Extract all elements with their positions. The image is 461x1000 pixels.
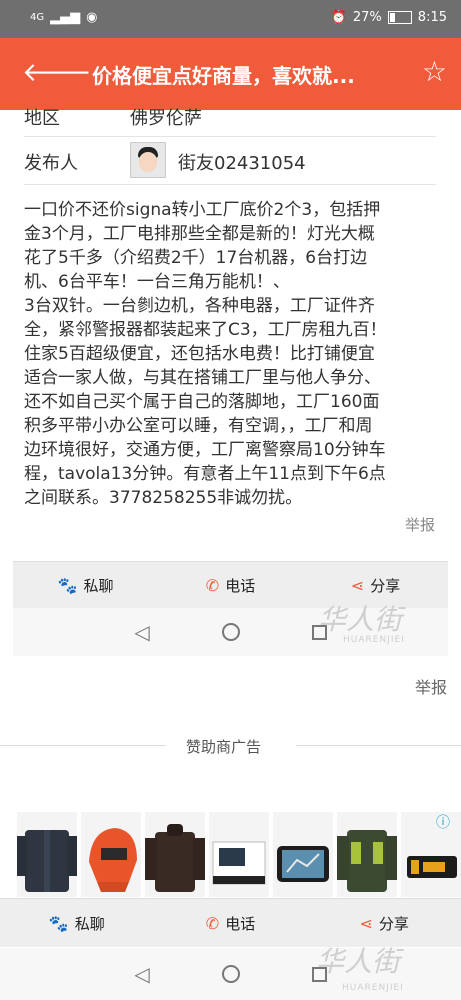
nav-home-icon[interactable] (221, 965, 240, 983)
battery-percent: 27% (352, 10, 382, 25)
chat-button[interactable]: 🐾 私聊 (13, 562, 158, 608)
description-line: 全，紧邻警报器都装起来了C3，工厂房租九百！ (24, 320, 387, 340)
description-line: 适合一家人做，与其在搭铺工厂里与他人争分、 (24, 368, 381, 388)
divider-line-right (296, 745, 461, 746)
description-line: 花了5千多（介绍费2千）17台机器，6台打边 (24, 248, 368, 268)
nav-back-icon[interactable]: ◁ (134, 620, 149, 644)
app-bar: 🡐 价格便宜点好商量，喜欢就... ☆ (0, 38, 461, 110)
ad-info-icon[interactable]: ⓘ (436, 812, 450, 832)
shirt-image (17, 830, 77, 892)
share-icon: ⋖ (350, 575, 365, 595)
helmet-image (89, 828, 137, 892)
ad-carousel[interactable] (17, 812, 461, 897)
divider-line-left (0, 745, 166, 746)
share-label: 分享 (370, 576, 401, 595)
chat-label: 私聊 (74, 914, 105, 933)
region-label: 地区 (24, 108, 60, 129)
share-label: 分享 (378, 914, 409, 933)
status-left: 4G ▂▄▆ ◉ (30, 10, 97, 25)
jacket-image (145, 824, 205, 892)
nav-home-icon[interactable] (221, 623, 240, 641)
description-line: 机、6台平车！一台三角万能机！、 (24, 272, 290, 292)
description-line: 程，tavola13分钟。有意者上午11点到下午6点 (24, 464, 386, 484)
region-value: 佛罗伦萨 (130, 108, 202, 129)
avatar-face (139, 152, 157, 172)
description-line: 边环境很好，交通方便，工厂离警察局10分钟车 (24, 440, 386, 460)
ad-item-shirt[interactable] (17, 812, 77, 897)
gps-box-image (212, 841, 266, 885)
ad-item-brand[interactable] (401, 812, 461, 897)
moto-jacket-image (337, 830, 397, 892)
chat-button-bottom[interactable]: 🐾 私聊 (0, 899, 154, 947)
description-line: 金3个月，工厂电排那些全都是新的！灯光大概 (24, 224, 375, 244)
description-line: 积多平带小办公室可以睡，有空调，，工厂和周 (24, 416, 373, 436)
ad-item-helmet[interactable] (81, 812, 141, 897)
status-bar: 4G ▂▄▆ ◉ ⏰ 27% 8:15 (0, 0, 461, 38)
poster-name[interactable]: 街友02431054 (178, 149, 306, 175)
ad-item-moto-jacket[interactable] (337, 812, 397, 897)
description-line: 之间联系。3778258255非诚勿扰。 (24, 488, 303, 508)
phone-icon: ✆ (205, 575, 220, 595)
post-description: 一口价不还价signa转小工厂底价2个3，包括押 金3个月，工厂电排那些全都是新… (24, 198, 438, 510)
ad-item-gps-box[interactable] (209, 812, 269, 897)
phone-label: 电话 (225, 576, 256, 595)
page-title: 价格便宜点好商量，喜欢就... (92, 64, 355, 88)
favorite-star-icon[interactable]: ☆ (422, 56, 447, 88)
battery-fill (389, 13, 395, 22)
watermark-text: 华人街 (318, 603, 403, 636)
paw-icon: 🐾 (57, 575, 78, 595)
watermark-text-bottom: 华人街 (316, 945, 401, 978)
paw-icon: 🐾 (48, 913, 69, 933)
back-arrow-icon[interactable]: 🡐 (22, 58, 92, 88)
status-right: ⏰ 27% 8:15 (331, 10, 447, 25)
description-line: 住家5百超级便宜，还包括水电费！比打铺便宜 (24, 344, 375, 364)
region-row: 地区 佛罗伦萨 (24, 104, 436, 137)
report-link[interactable]: 举报 (405, 514, 435, 535)
sponsor-label: 赞助商广告 (186, 738, 262, 756)
signal-icon: ▂▄▆ (50, 10, 81, 25)
brand-logo (407, 856, 457, 878)
phone-button[interactable]: ✆ 电话 (158, 562, 303, 608)
phone-label: 电话 (225, 914, 256, 933)
description-line: 还不如自己买个属于自己的落脚地，工厂160面 (24, 392, 380, 412)
watermark-sub-bottom: HUARENJIEI (342, 983, 404, 993)
description-line: 一口价不还价signa转小工厂底价2个3，包括押 (24, 200, 381, 220)
clock: 8:15 (417, 10, 447, 25)
alarm-icon: ⏰ (330, 10, 347, 25)
phone-button-bottom[interactable]: ✆ 电话 (154, 899, 308, 947)
phone-icon: ✆ (205, 913, 220, 933)
description-line: 3台双针。一台剼边机，各种电器，工厂证件齐 (24, 296, 375, 316)
ad-item-jacket[interactable] (145, 812, 205, 897)
nav-back-icon[interactable]: ◁ (134, 962, 149, 986)
eye-icon: ◉ (86, 10, 98, 25)
poster-label: 发布人 (24, 153, 78, 174)
report-link-2[interactable]: 举报 (415, 674, 447, 698)
battery-icon (387, 11, 412, 24)
gps-device-image (277, 846, 329, 882)
poster-avatar[interactable] (130, 142, 166, 178)
poster-row: 发布人 街友02431054 (24, 138, 436, 185)
chat-label: 私聊 (83, 576, 114, 595)
share-icon: ⋖ (359, 913, 373, 933)
network-indicator: 4G (30, 12, 45, 23)
watermark-sub: HUARENJIEI (343, 635, 405, 645)
sponsor-divider: 赞助商广告 (0, 738, 461, 756)
ad-item-gps-device[interactable] (273, 812, 333, 897)
